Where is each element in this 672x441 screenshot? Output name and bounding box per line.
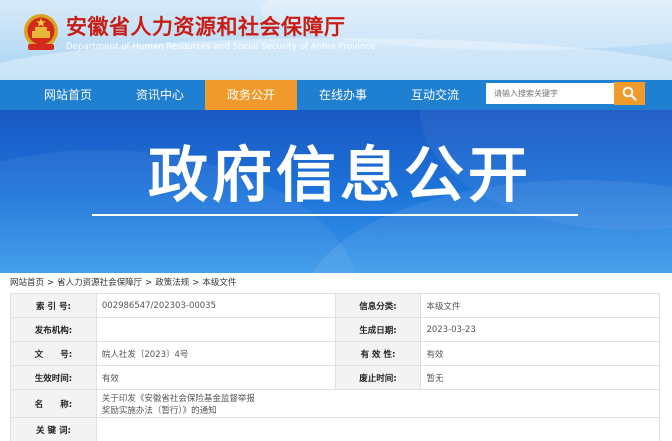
- expiry-date-value: 暂无: [420, 365, 660, 390]
- breadcrumb-separator: >: [145, 278, 153, 288]
- keywords-value: [95, 417, 661, 441]
- index-number-label: 索 引 号:: [10, 293, 97, 318]
- document-number-value: 皖人社发〔2023〕4号: [95, 341, 336, 366]
- nav-item-online-services[interactable]: 在线办事: [297, 80, 389, 110]
- site-subtitle-english: Department of Human Resources and Social…: [66, 42, 376, 52]
- table-row: 关 键 词:: [10, 417, 661, 441]
- national-emblem-icon[interactable]: [22, 12, 60, 52]
- top-links: [620, 0, 644, 5]
- document-number-label: 文 号:: [10, 341, 97, 366]
- breadcrumb-item[interactable]: 政策法规: [155, 278, 189, 288]
- breadcrumb-item[interactable]: 省人力资源社会保障厅: [57, 278, 142, 288]
- category-value: 本级文件: [420, 293, 660, 318]
- publisher-value: [95, 317, 336, 342]
- document-name-label: 名 称:: [10, 389, 97, 418]
- nav-item-home[interactable]: 网站首页: [22, 80, 114, 110]
- document-name-line: 奖励实施办法（暂行）》的通知: [101, 405, 217, 416]
- document-name-line: 关于印发《安徽省社会保险基金监督举报: [101, 393, 255, 404]
- banner-title: 政府信息公开: [148, 141, 532, 211]
- document-info-table: 索 引 号: 002986547/202303-00035 信息分类: 本级文件…: [10, 293, 661, 441]
- table-row: 发布机构: 生成日期: 2023-03-23: [10, 317, 660, 342]
- keywords-label: 关 键 词:: [10, 417, 97, 441]
- publisher-label: 发布机构:: [10, 317, 97, 342]
- breadcrumb-item[interactable]: 本级文件: [202, 278, 236, 288]
- breadcrumb: 网站首页 > 省人力资源社会保障厅 > 政策法规 > 本级文件: [10, 276, 236, 288]
- site-header: 安徽省人力资源和社会保障厅 Department of Human Resour…: [0, 0, 672, 80]
- validity-label: 有 效 性:: [334, 341, 422, 366]
- effective-date-value: 有效: [95, 365, 336, 390]
- search-button[interactable]: [614, 82, 645, 105]
- banner: 政府信息公开: [0, 110, 672, 273]
- created-date-label: 生成日期:: [334, 317, 422, 342]
- validity-value: 有效: [420, 341, 660, 366]
- site-title[interactable]: 安徽省人力资源和社会保障厅: [66, 11, 346, 41]
- table-row: 索 引 号: 002986547/202303-00035 信息分类: 本级文件: [10, 293, 660, 318]
- breadcrumb-item[interactable]: 网站首页: [10, 278, 44, 288]
- search-input[interactable]: [486, 83, 614, 104]
- document-name-value: 关于印发《安徽省社会保险基金监督举报 奖励实施办法（暂行）》的通知: [95, 389, 661, 418]
- expiry-date-label: 废止时间:: [334, 365, 422, 390]
- banner-underline: [92, 214, 578, 216]
- index-number-value: 002986547/202303-00035: [95, 293, 336, 318]
- table-row: 生效时间: 有效 废止时间: 暂无: [10, 365, 660, 390]
- nav-item-interaction[interactable]: 互动交流: [389, 80, 481, 110]
- table-row: 文 号: 皖人社发〔2023〕4号 有 效 性: 有效: [10, 341, 660, 366]
- effective-date-label: 生效时间:: [10, 365, 97, 390]
- table-row: 名 称: 关于印发《安徽省社会保险基金监督举报 奖励实施办法（暂行）》的通知: [10, 389, 661, 418]
- category-label: 信息分类:: [334, 293, 422, 318]
- nav-item-gov-affairs[interactable]: 政务公开: [205, 80, 297, 110]
- breadcrumb-separator: >: [47, 278, 55, 288]
- nav-item-news[interactable]: 资讯中心: [114, 80, 206, 110]
- search-icon: [622, 86, 637, 101]
- created-date-value: 2023-03-23: [420, 317, 660, 342]
- breadcrumb-separator: >: [192, 278, 200, 288]
